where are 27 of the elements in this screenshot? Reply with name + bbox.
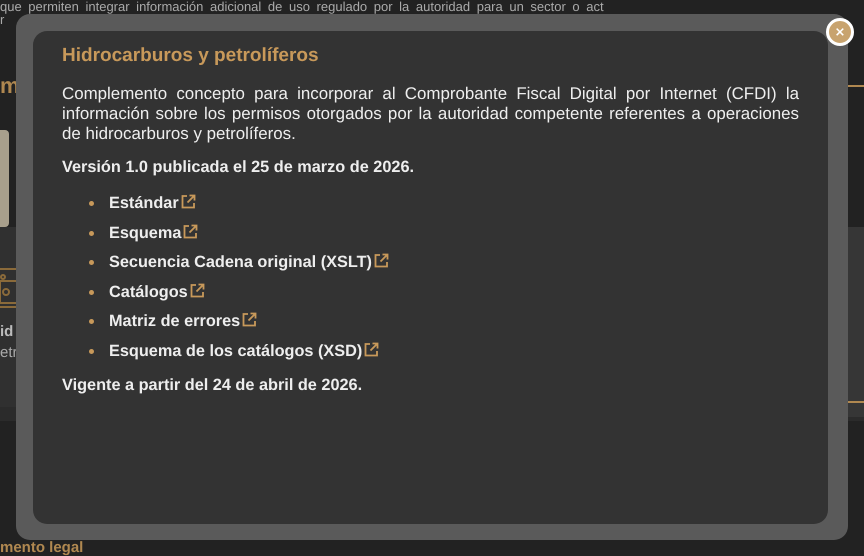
document-link[interactable]: Matriz de errores bbox=[109, 312, 240, 332]
bullet-icon bbox=[89, 201, 94, 206]
bullet-icon bbox=[89, 290, 94, 295]
section-heading: mento legal bbox=[0, 541, 84, 555]
version-text: Versión 1.0 publicada el 25 de marzo de 2026. bbox=[62, 158, 416, 177]
bullet-icon bbox=[89, 260, 94, 266]
intro-text: r bbox=[0, 13, 4, 26]
card-title: id bbox=[0, 322, 14, 342]
external-link-icon bbox=[180, 194, 196, 210]
description-text: Complemento concepto para incorporar al Comprobante Fiscal Digital por Internet (CFDI) la información sobre los permisos otorgados por la autoridad competente referentes a operaciones de hidrocarburos y petrolíferos. bbox=[62, 84, 799, 144]
bullet-icon bbox=[89, 348, 94, 354]
external-link-icon bbox=[190, 282, 205, 298]
document-link[interactable]: Catálogos bbox=[109, 282, 188, 302]
bullet-icon bbox=[89, 230, 94, 236]
external-link-icon bbox=[364, 342, 380, 357]
document-link[interactable]: Estándar bbox=[109, 194, 179, 214]
bullet-icon bbox=[89, 319, 94, 324]
document-link[interactable]: Esquema bbox=[109, 224, 182, 243]
intro-text: que permiten integrar información adicional de uso regulado por la autoridad para un sector o act bbox=[0, 0, 604, 13]
external-link-icon bbox=[374, 253, 389, 268]
external-link-icon bbox=[183, 224, 198, 239]
card-subtitle: etr bbox=[0, 343, 19, 363]
validity-text: Vigente a partir del 24 de abril de 2026. bbox=[62, 376, 364, 395]
document-link[interactable]: Esquema de los catálogos (XSD) bbox=[109, 342, 362, 361]
external-link-icon bbox=[242, 312, 258, 328]
document-link[interactable]: Secuencia Cadena original (XSLT) bbox=[109, 253, 372, 272]
modal-title: Hidrocarburos y petrolíferos bbox=[62, 45, 320, 67]
